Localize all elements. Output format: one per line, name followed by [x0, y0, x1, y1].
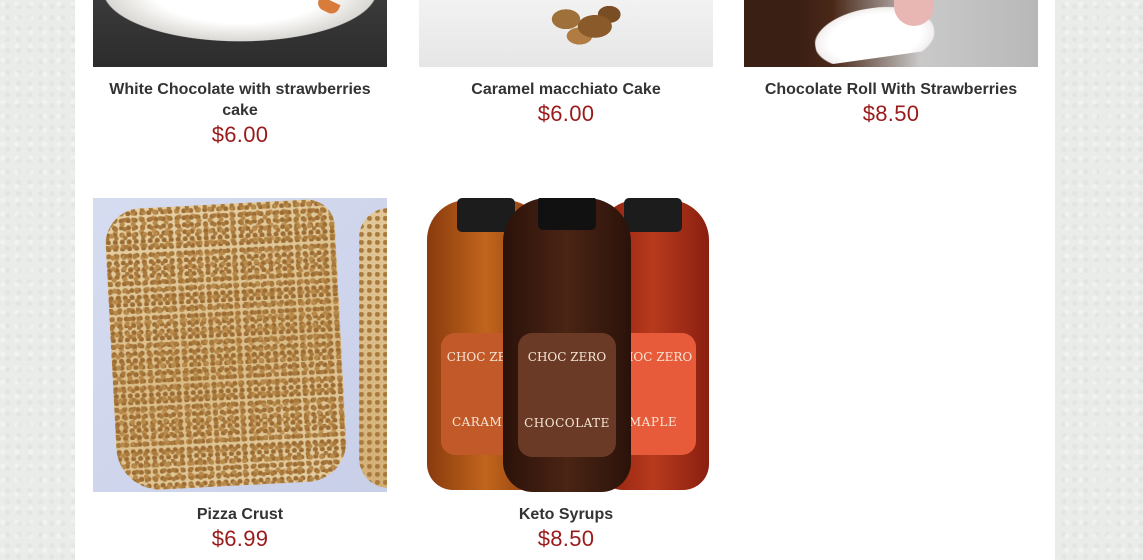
product-image[interactable]: [419, 0, 713, 67]
garnish-decoration: [315, 0, 341, 17]
product-card[interactable]: Pizza Crust $6.99: [93, 198, 387, 551]
bottle-cap: [538, 198, 596, 230]
product-card[interactable]: White Chocolate with strawberries cake $…: [93, 0, 387, 147]
product-card[interactable]: Caramel macchiato Cake $6.00: [419, 0, 713, 126]
product-price: $8.50: [537, 526, 595, 551]
product-card[interactable]: CHOC ZERO CARAMEL CHOC ZERO MAPLE CHOC Z…: [419, 198, 713, 551]
product-title[interactable]: White Chocolate with strawberries cake: [93, 79, 387, 121]
product-title[interactable]: Pizza Crust: [93, 504, 387, 525]
product-image[interactable]: [93, 198, 387, 492]
product-price: $6.00: [211, 122, 269, 147]
product-title[interactable]: Caramel macchiato Cake: [419, 79, 713, 100]
bottle-cap: [624, 198, 682, 232]
bottle-variety-text: CHOCOLATE: [524, 415, 610, 430]
pizza-crust-shape: [359, 208, 387, 488]
pizza-crust-shape: [103, 198, 349, 492]
product-image[interactable]: [744, 0, 1038, 67]
product-title[interactable]: Chocolate Roll With Strawberries: [744, 79, 1038, 100]
product-grid: White Chocolate with strawberries cake $…: [75, 0, 1055, 560]
product-card[interactable]: Chocolate Roll With Strawberries $8.50: [744, 0, 1038, 126]
product-price: $6.99: [211, 526, 269, 551]
product-image[interactable]: CHOC ZERO CARAMEL CHOC ZERO MAPLE CHOC Z…: [419, 198, 713, 492]
product-price: $8.50: [862, 101, 920, 126]
product-title[interactable]: Keto Syrups: [419, 504, 713, 525]
product-price: $6.00: [537, 101, 595, 126]
product-image[interactable]: [93, 0, 387, 67]
syrup-bottle-middle: CHOC ZERO CHOCOLATE: [503, 198, 631, 492]
walnut-decoration: [539, 0, 629, 48]
bottle-brand-text: CHOC ZERO: [527, 349, 607, 364]
